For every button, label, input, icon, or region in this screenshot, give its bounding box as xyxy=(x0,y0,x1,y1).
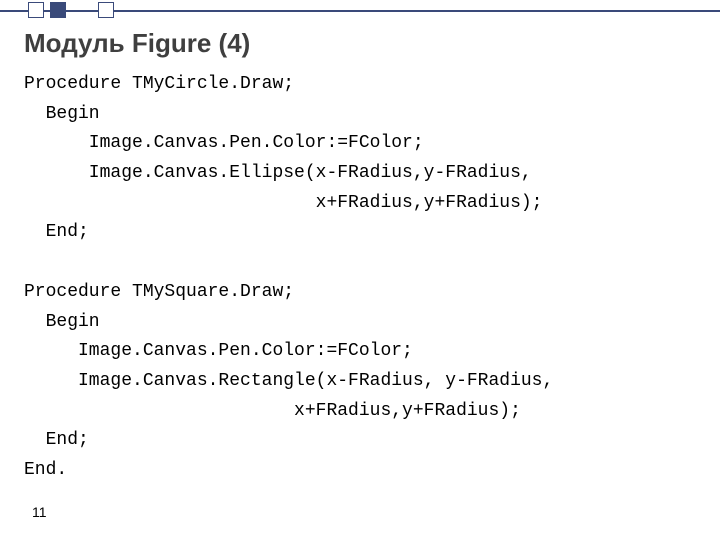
code-block: Procedure TMyCircle.Draw; Begin Image.Ca… xyxy=(24,70,553,486)
slide-title: Модуль Figure (4) xyxy=(24,28,250,59)
accent-square-outline-2 xyxy=(98,2,114,18)
page-number: 11 xyxy=(32,504,47,520)
accent-square-filled xyxy=(50,2,66,18)
header-accent xyxy=(0,0,720,22)
accent-square-outline xyxy=(28,2,44,18)
